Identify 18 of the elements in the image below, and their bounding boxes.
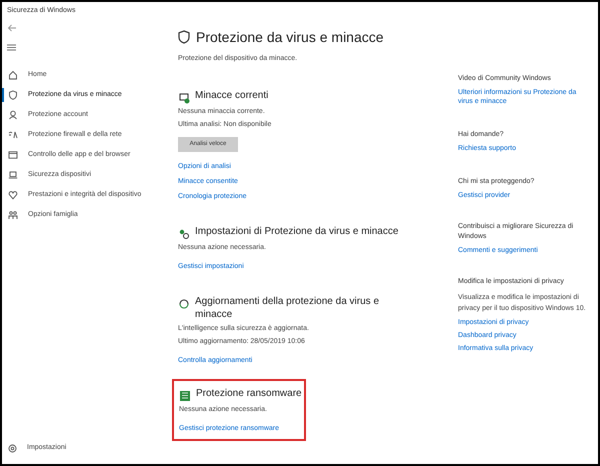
section-title: Impostazioni di Protezione da virus e minacce bbox=[195, 224, 398, 238]
section-title: Protezione ransomware bbox=[196, 386, 302, 400]
scan-icon bbox=[178, 92, 190, 104]
page-title: Protezione da virus e minacce bbox=[196, 28, 384, 46]
laptop-icon bbox=[8, 170, 18, 180]
shield-icon bbox=[8, 90, 18, 100]
refresh-icon bbox=[178, 298, 190, 310]
person-icon bbox=[8, 110, 18, 120]
section-title: Minacce correnti bbox=[195, 88, 268, 102]
file-grid-icon bbox=[179, 390, 191, 402]
menu-icon[interactable] bbox=[7, 44, 16, 51]
heart-icon bbox=[8, 190, 18, 200]
family-icon bbox=[8, 210, 18, 220]
window-icon bbox=[8, 150, 18, 160]
back-arrow-icon[interactable] bbox=[7, 24, 17, 32]
shield-icon bbox=[178, 30, 190, 44]
section-title: Aggiornamenti della protezione da virus e minacce bbox=[195, 294, 380, 320]
home-icon bbox=[8, 70, 18, 80]
